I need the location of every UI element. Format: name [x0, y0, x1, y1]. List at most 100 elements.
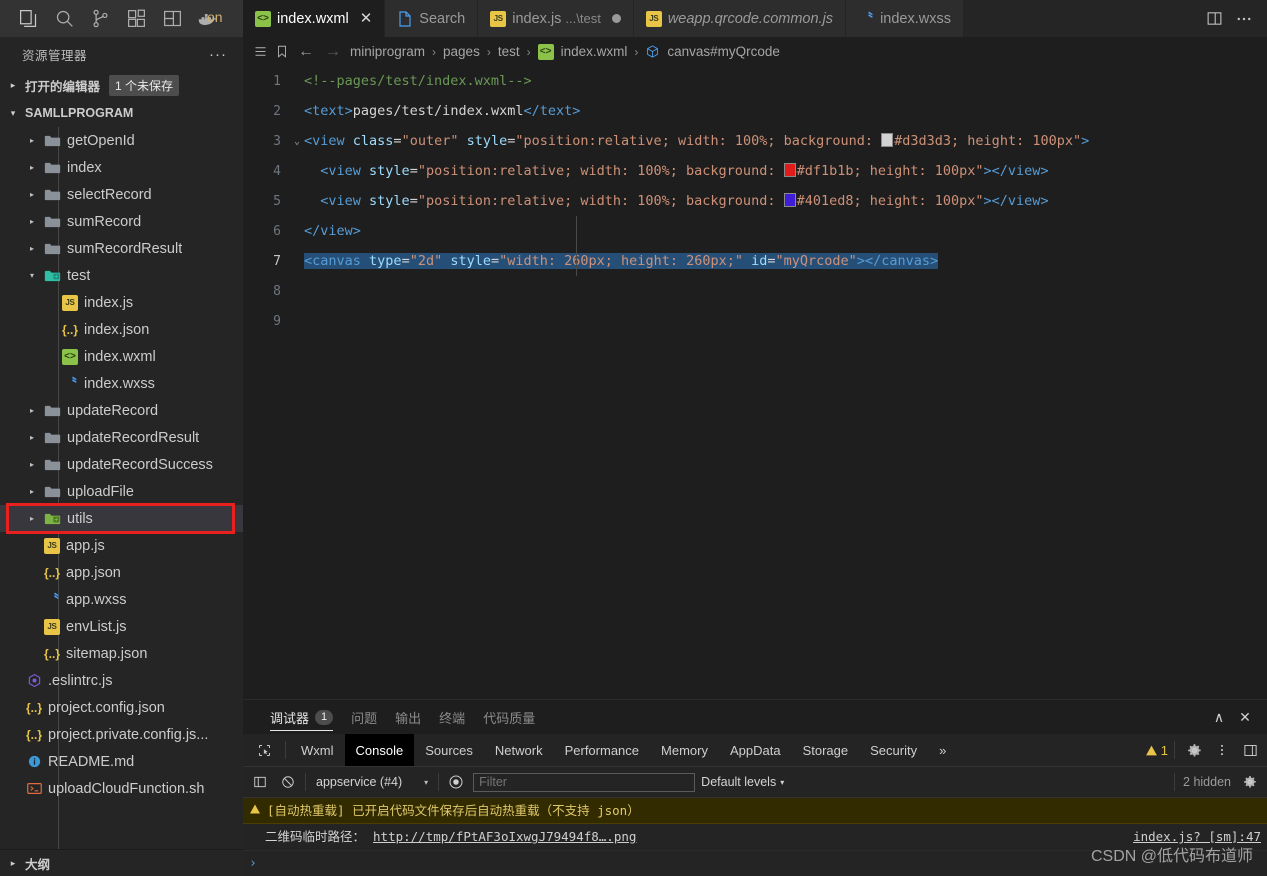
activity-bar-overflow-label[interactable]: on — [207, 9, 233, 25]
tab-index-wxml[interactable]: <> index.wxml ✕ — [243, 0, 386, 37]
search-icon[interactable] — [46, 1, 82, 37]
devtools-tab-console[interactable]: Console — [344, 734, 415, 766]
unsaved-dot-icon[interactable] — [611, 14, 621, 23]
layout-icon[interactable] — [154, 1, 190, 37]
chevron-right-icon[interactable]: ▸ — [26, 487, 38, 496]
close-panel-icon[interactable]: ✕ — [1233, 705, 1257, 729]
tree-item-sumrecordresult[interactable]: ▸ sumRecordResult — [0, 235, 243, 262]
extensions-icon[interactable] — [118, 1, 154, 37]
filter-input[interactable] — [473, 772, 696, 792]
devtools-tab-storage[interactable]: Storage — [792, 734, 860, 766]
devtools-tab-wxml[interactable]: Wxml — [290, 734, 345, 766]
tree-item-getopenid[interactable]: ▸ getOpenId — [0, 127, 243, 154]
breadcrumb-item-test[interactable]: test — [498, 44, 520, 59]
chevron-right-icon[interactable]: ▸ — [26, 244, 38, 253]
tree-item-utils[interactable]: ▸ utils — [0, 505, 243, 532]
live-expression-icon[interactable] — [445, 771, 467, 793]
tree-item-index[interactable]: ▸ index — [0, 154, 243, 181]
chevron-down-icon[interactable]: ▾ — [6, 108, 20, 119]
warning-count[interactable]: 1 — [1145, 743, 1168, 758]
chevron-right-icon[interactable]: ▸ — [6, 858, 20, 869]
tree-item-updaterecord[interactable]: ▸ updateRecord — [0, 397, 243, 424]
dock-panel-icon[interactable] — [1237, 737, 1263, 763]
tree-item-index-wxss[interactable]: 〝 index.wxss — [0, 370, 243, 397]
inspect-element-icon[interactable] — [247, 743, 281, 758]
tree-item-sitemap-json[interactable]: {..} sitemap.json — [0, 640, 243, 667]
devtools-tab-sources[interactable]: Sources — [414, 734, 484, 766]
chevron-right-icon[interactable]: ▸ — [26, 163, 38, 172]
panel-tab-terminal[interactable]: 终端 — [430, 700, 474, 734]
panel-tab-problems[interactable]: 问题 — [342, 700, 386, 734]
nav-forward-icon[interactable]: → — [323, 43, 343, 61]
chevron-right-icon[interactable]: ▸ — [26, 406, 38, 415]
code-editor[interactable]: 1 <!--pages/test/index.wxml--> 2 <text>p… — [243, 66, 1267, 699]
tree-item-uploadfile[interactable]: ▸ uploadFile — [0, 478, 243, 505]
tree-item-index-js[interactable]: JS index.js — [0, 289, 243, 316]
tree-item-readme-md[interactable]: README.md — [0, 748, 243, 775]
devtools-tab-memory[interactable]: Memory — [650, 734, 719, 766]
collapse-panel-icon[interactable]: ∧ — [1207, 705, 1231, 729]
file-tree[interactable]: ▸ getOpenId ▸ index ▸ selectRecord ▸ sumRecord ▸… — [0, 127, 243, 849]
list-icon[interactable] — [253, 44, 268, 59]
tree-item-uploadcloudfunction-sh[interactable]: uploadCloudFunction.sh — [0, 775, 243, 802]
tree-item-project-config-json[interactable]: {..} project.config.json — [0, 694, 243, 721]
console-context-select[interactable]: appservice (#4) ▾ — [312, 775, 432, 789]
chevron-down-icon[interactable]: ▾ — [26, 271, 38, 280]
tree-item-app-js[interactable]: JS app.js — [0, 532, 243, 559]
panel-tab-output[interactable]: 输出 — [386, 700, 430, 734]
open-editors-section[interactable]: ▸ 打开的编辑器 1 个未保存 — [0, 71, 243, 99]
tree-item-index-wxml[interactable]: <> index.wxml — [0, 343, 243, 370]
devtools-tab-network[interactable]: Network — [484, 734, 554, 766]
tab-search[interactable]: Search — [385, 0, 479, 37]
tree-item-updaterecordresult[interactable]: ▸ updateRecordResult — [0, 424, 243, 451]
bookmark-icon[interactable] — [275, 44, 289, 59]
console-settings-icon[interactable] — [1239, 771, 1261, 793]
tab-index-js[interactable]: JS index.js ...\test — [478, 0, 634, 37]
breadcrumb-item-miniprogram[interactable]: miniprogram — [350, 44, 425, 59]
console-message-source[interactable]: index.js? [sm]:47 — [1133, 828, 1261, 846]
chevron-right-icon[interactable]: ▸ — [26, 190, 38, 199]
tree-item-test[interactable]: ▾ test — [0, 262, 243, 289]
tree-item-envlist-js[interactable]: JS envList.js — [0, 613, 243, 640]
tree-item-sumrecord[interactable]: ▸ sumRecord — [0, 208, 243, 235]
tree-item-app-json[interactable]: {..} app.json — [0, 559, 243, 586]
split-editor-icon[interactable] — [1201, 6, 1227, 32]
kebab-menu-icon[interactable] — [1209, 737, 1235, 763]
tree-item-index-json[interactable]: {..} index.json — [0, 316, 243, 343]
tab-index-wxss[interactable]: 〝 index.wxss — [846, 0, 964, 37]
nav-back-icon[interactable]: ← — [296, 43, 316, 61]
tree-item-updaterecordsuccess[interactable]: ▸ updateRecordSuccess — [0, 451, 243, 478]
tree-item--eslintrc-js[interactable]: .eslintrc.js — [0, 667, 243, 694]
explorer-icon[interactable] — [10, 1, 46, 37]
tree-item-app-wxss[interactable]: 〝 app.wxss — [0, 586, 243, 613]
chevron-right-icon[interactable]: ▸ — [26, 433, 38, 442]
tree-item-project-private-config-js-[interactable]: {..} project.private.config.js... — [0, 721, 243, 748]
panel-tab-code-quality[interactable]: 代码质量 — [474, 700, 544, 734]
console-message-link[interactable]: http://tmp/fPtAF3oIxwgJ79494f8….png — [373, 828, 636, 846]
tab-weapp-qrcode-common-js[interactable]: JS weapp.qrcode.common.js — [633, 0, 847, 37]
console-message-log[interactable]: 二维码临时路径： http://tmp/fPtAF3oIxwgJ79494f8…… — [243, 824, 1267, 851]
close-icon[interactable]: ✕ — [360, 11, 373, 26]
explorer-more-icon[interactable]: ··· — [209, 46, 235, 63]
console-message-warning[interactable]: [自动热重载] 已开启代码文件保存后自动热重载（不支持 json） — [243, 798, 1267, 824]
source-control-icon[interactable] — [82, 1, 118, 37]
devtools-tab-appdata[interactable]: AppData — [719, 734, 792, 766]
tree-item-selectrecord[interactable]: ▸ selectRecord — [0, 181, 243, 208]
log-levels-select[interactable]: Default levels ▾ — [701, 775, 784, 789]
gear-icon[interactable] — [1181, 737, 1207, 763]
fold-marker[interactable]: ⌄ — [290, 136, 304, 147]
devtools-tab-performance[interactable]: Performance — [554, 734, 650, 766]
console-prompt[interactable]: › — [243, 851, 1267, 876]
console-sidebar-icon[interactable] — [249, 771, 271, 793]
more-actions-icon[interactable] — [1231, 6, 1257, 32]
panel-tab-debugger[interactable]: 调试器 1 — [261, 700, 342, 734]
chevron-right-icon[interactable]: ▸ — [26, 514, 38, 523]
console-output[interactable]: [自动热重载] 已开启代码文件保存后自动热重载（不支持 json） 二维码临时路… — [243, 798, 1267, 876]
breadcrumb-item-index-wxml[interactable]: index.wxml — [561, 44, 628, 59]
chevron-right-icon[interactable]: ▸ — [26, 136, 38, 145]
breadcrumb-item-canvas[interactable]: canvas#myQrcode — [667, 44, 780, 59]
clear-console-icon[interactable] — [277, 771, 299, 793]
chevron-right-icon[interactable]: ▸ — [6, 80, 20, 91]
chevron-right-icon[interactable]: ▸ — [26, 217, 38, 226]
devtools-tab-overflow[interactable]: » — [928, 734, 957, 766]
